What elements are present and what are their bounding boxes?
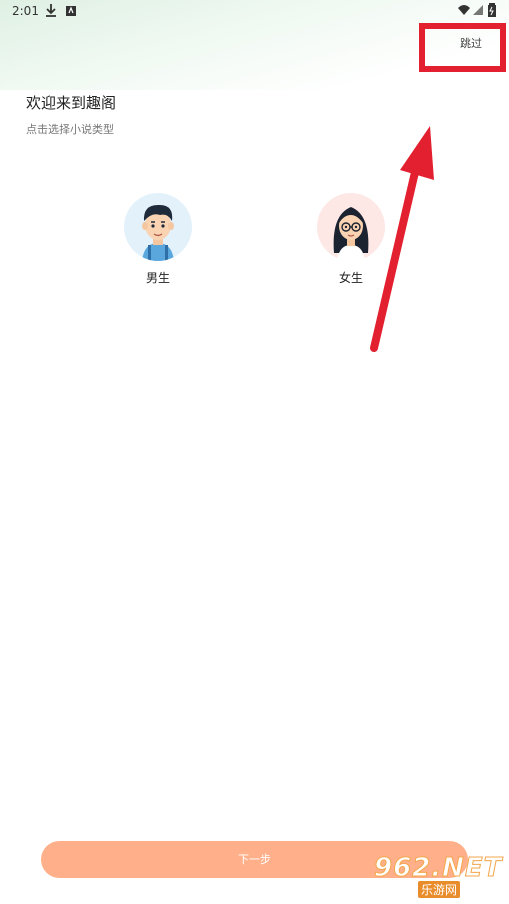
watermark-sub: 乐游网 [418,881,461,898]
welcome-title: 欢迎来到趣阁 [26,94,117,112]
gender-label-male: 男生 [145,271,170,285]
wifi-icon [457,2,471,21]
watermark-brand: 962.NET [373,853,503,884]
skip-button[interactable]: 跳过 [438,30,504,64]
download-icon [44,2,58,21]
boy-avatar-icon [124,193,192,261]
battery-icon [487,2,497,21]
signal-icon [472,2,484,21]
status-bar: 2:01 [0,0,509,22]
notification-icon [64,2,78,21]
welcome-subtitle: 点击选择小说类型 [26,123,114,136]
gender-option-male[interactable]: 男生 [113,193,203,286]
annotation-arrow-icon [370,126,434,352]
watermark-logo: 962.NET 乐游网 [366,853,506,899]
status-time: 2:01 [12,4,39,18]
